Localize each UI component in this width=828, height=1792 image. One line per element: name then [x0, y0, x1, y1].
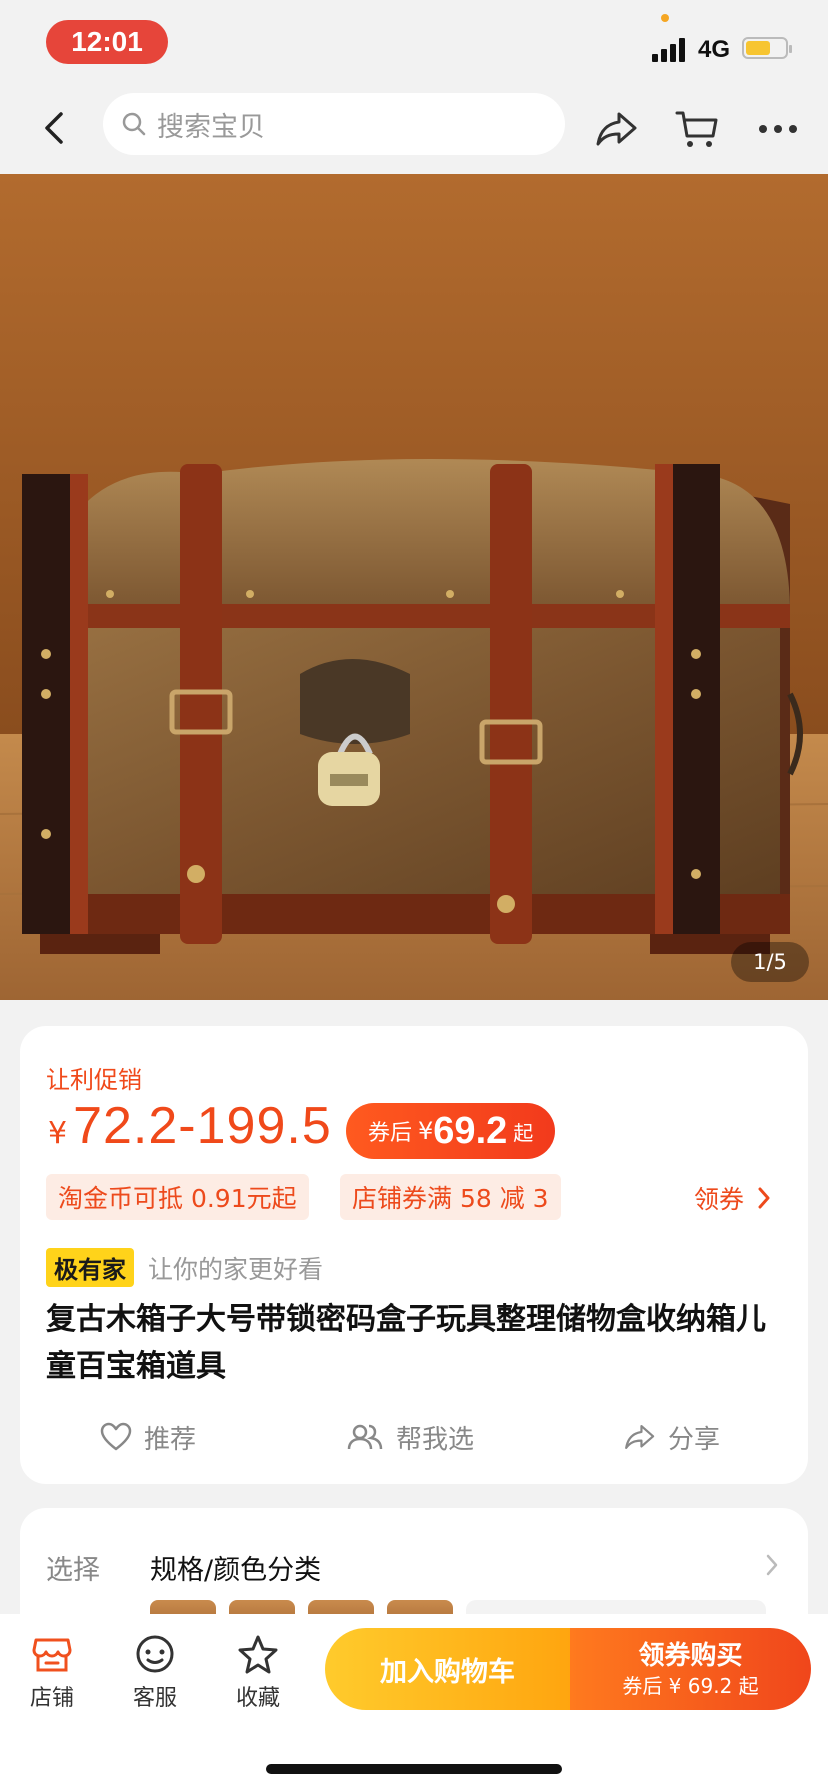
- more-button[interactable]: [753, 104, 803, 154]
- people-icon: [347, 1424, 383, 1450]
- brand-slogan: 让你的家更好看: [148, 1254, 324, 1284]
- share-icon: [596, 112, 637, 146]
- image-counter: 1/5: [731, 942, 809, 982]
- chevron-right-icon: [758, 1187, 770, 1209]
- status-time: 12:01: [46, 20, 168, 64]
- privacy-indicator-dot: [661, 14, 669, 22]
- help-choose-button[interactable]: 帮我选: [346, 1414, 474, 1460]
- search-icon: [122, 112, 146, 136]
- heart-icon: [100, 1422, 132, 1451]
- customer-service-icon: [136, 1635, 174, 1673]
- get-coupon-label: 领券: [694, 1185, 745, 1214]
- recommend-label: 推荐: [144, 1424, 197, 1455]
- back-button[interactable]: [34, 108, 74, 148]
- signal-icon: [652, 38, 686, 62]
- more-dots-icon: [759, 125, 797, 133]
- star-icon: [238, 1635, 278, 1674]
- buy-with-coupon-button[interactable]: 领券购买 券后 ¥ 69.2 起: [570, 1628, 811, 1710]
- share-label: 分享: [668, 1424, 721, 1455]
- options-label: 选择: [46, 1555, 100, 1586]
- recommend-button[interactable]: 推荐: [100, 1414, 196, 1460]
- add-to-cart-button[interactable]: 加入购物车: [325, 1628, 570, 1710]
- promo-label: 让利促销: [46, 1066, 142, 1094]
- cart-icon: [675, 111, 718, 147]
- get-coupon-link[interactable]: 领券: [694, 1180, 770, 1216]
- coupon-price-suffix: 起: [513, 1120, 534, 1145]
- service-tab-label: 客服: [132, 1686, 177, 1711]
- favorite-tab[interactable]: 收藏: [218, 1630, 298, 1712]
- service-tab[interactable]: 客服: [115, 1630, 195, 1712]
- store-coupon-chip[interactable]: 店铺券满 58 减 3: [340, 1174, 561, 1220]
- share-icon: [625, 1425, 655, 1449]
- coupon-price-currency: ¥: [418, 1117, 434, 1145]
- share-button[interactable]: [592, 104, 642, 154]
- store-tab[interactable]: 店铺: [12, 1630, 92, 1712]
- brand-badge[interactable]: 极有家: [46, 1248, 134, 1287]
- help-choose-label: 帮我选: [396, 1424, 475, 1455]
- home-indicator: [266, 1764, 562, 1774]
- store-tab-label: 店铺: [29, 1686, 74, 1711]
- product-title: 复古木箱子大号带锁密码盒子玩具整理储物盒收纳箱儿童百宝箱道具: [46, 1302, 766, 1384]
- chevron-left-icon: [45, 112, 63, 144]
- coupon-price-badge: 券后 ¥ 69.2 起: [346, 1103, 556, 1159]
- product-image[interactable]: [0, 174, 828, 1000]
- network-type: 4G: [698, 36, 731, 63]
- coupon-price-label: 券后: [368, 1121, 413, 1146]
- store-icon: [32, 1638, 72, 1672]
- buy-button-label: 领券购买: [638, 1641, 743, 1671]
- chevron-right-icon: [766, 1554, 778, 1576]
- share-action-button[interactable]: 分享: [624, 1414, 720, 1460]
- search-input[interactable]: 搜索宝贝: [103, 93, 565, 155]
- price: ¥ 72.2-199.5: [48, 1096, 332, 1156]
- brand-row: 极有家 让你的家更好看: [46, 1248, 323, 1287]
- coin-discount-chip[interactable]: 淘金币可抵 0.91元起: [46, 1174, 309, 1220]
- cart-button[interactable]: [672, 104, 722, 154]
- coupon-price-value: 69.2: [433, 1109, 508, 1152]
- search-placeholder: 搜索宝贝: [157, 111, 265, 143]
- buy-button-sublabel: 券后 ¥ 69.2 起: [622, 1674, 759, 1698]
- options-value: 规格/颜色分类: [150, 1555, 322, 1586]
- price-currency: ¥: [48, 1116, 68, 1151]
- price-range: 72.2-199.5: [73, 1097, 332, 1155]
- battery-icon: [742, 37, 792, 59]
- favorite-tab-label: 收藏: [235, 1686, 280, 1711]
